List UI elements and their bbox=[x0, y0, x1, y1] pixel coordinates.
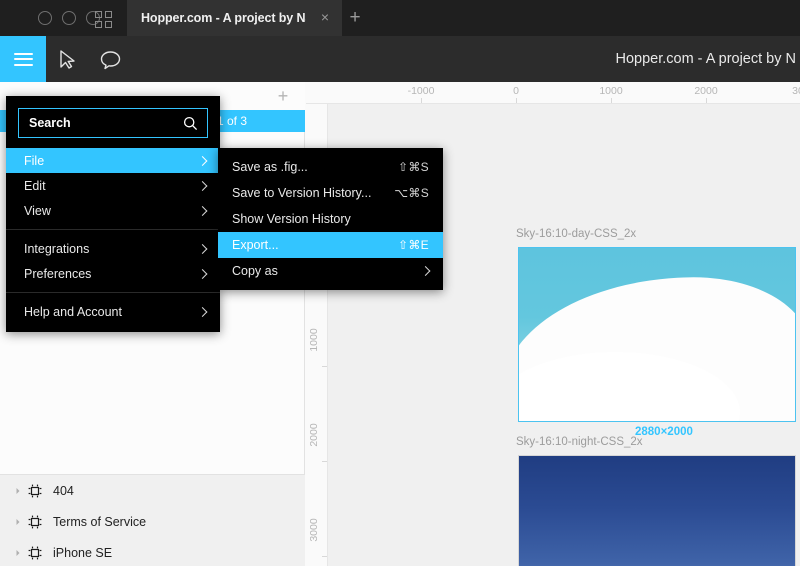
frame-label-night[interactable]: Sky-16:10-night-CSS_2x bbox=[516, 436, 643, 448]
document-title: Hopper.com - A project by N bbox=[615, 51, 796, 67]
menu-search-wrapper bbox=[6, 96, 220, 148]
window-controls bbox=[38, 11, 100, 25]
menu-item-show-version-history[interactable]: Show Version History bbox=[218, 206, 443, 232]
ruler-tick-label: 3000 bbox=[308, 518, 320, 542]
menu-separator bbox=[6, 292, 220, 293]
hamburger-bars bbox=[13, 49, 33, 69]
file-submenu-dropdown[interactable]: Save as .fig... ⇧⌘S Save to Version Hist… bbox=[218, 148, 443, 290]
menu-item-label: Preferences bbox=[24, 266, 92, 281]
menu-item-label: Edit bbox=[24, 178, 46, 193]
list-item[interactable]: iPhone SE bbox=[0, 537, 305, 566]
ruler-tick-label: 2000 bbox=[308, 423, 320, 447]
menu-item-save-as-fig[interactable]: Save as .fig... ⇧⌘S bbox=[218, 154, 443, 180]
grid-square bbox=[105, 11, 112, 18]
menu-item-copy-as[interactable]: Copy as bbox=[218, 258, 443, 284]
chevron-right-icon[interactable] bbox=[12, 516, 24, 528]
search-icon bbox=[183, 116, 198, 131]
menu-item-shortcut: ⇧⌘S bbox=[398, 160, 429, 174]
menu-item-preferences[interactable]: Preferences bbox=[6, 261, 220, 286]
list-item[interactable]: 404 bbox=[0, 475, 305, 506]
menu-item-label: File bbox=[24, 153, 45, 168]
figma-toolbar: Hopper.com - A project by N bbox=[0, 36, 800, 82]
menu-item-save-to-version-history[interactable]: Save to Version History... ⌥⌘S bbox=[218, 180, 443, 206]
menu-separator bbox=[6, 229, 220, 230]
frame-label-day[interactable]: Sky-16:10-day-CSS_2x bbox=[516, 228, 636, 240]
ruler-tick-label: 30 bbox=[792, 85, 800, 97]
ruler-tick-label: 1000 bbox=[599, 85, 623, 97]
menu-item-shortcut: ⌥⌘S bbox=[394, 186, 429, 200]
menu-item-view[interactable]: View bbox=[6, 198, 220, 223]
chevron-right-icon bbox=[197, 243, 208, 254]
menu-item-label: Help and Account bbox=[24, 304, 122, 319]
menu-item-export[interactable]: Export... ⇧⌘E bbox=[218, 232, 443, 258]
ruler-tick-label: -1000 bbox=[407, 85, 435, 97]
browser-tab[interactable]: Hopper.com - A project by Nara... × bbox=[127, 0, 342, 36]
menu-item-label: Save to Version History... bbox=[232, 186, 372, 200]
cursor-arrow-icon[interactable] bbox=[56, 49, 78, 71]
add-page-icon[interactable]: + bbox=[275, 87, 291, 105]
layer-name: 404 bbox=[53, 483, 74, 498]
menu-item-integrations[interactable]: Integrations bbox=[6, 236, 220, 261]
main-menu-dropdown[interactable]: File Edit View Integrations Preferences … bbox=[6, 96, 220, 332]
menu-item-label: Copy as bbox=[232, 264, 278, 278]
chevron-right-icon[interactable] bbox=[12, 547, 24, 559]
comment-bubble-icon[interactable] bbox=[99, 49, 122, 71]
sky-gradient-night bbox=[519, 456, 795, 566]
layers-panel: 404 Terms of Service iPhone SE bbox=[0, 475, 305, 566]
new-tab-icon[interactable]: + bbox=[346, 8, 364, 27]
figma-app-window: Hopper.com - A project by Nara... × + Ho… bbox=[0, 0, 800, 566]
chevron-right-icon bbox=[197, 180, 208, 191]
ruler-tick-label: 1000 bbox=[308, 328, 320, 352]
menu-item-edit[interactable]: Edit bbox=[6, 173, 220, 198]
browser-tab-title: Hopper.com - A project by Nara... bbox=[141, 11, 306, 25]
close-icon[interactable]: × bbox=[318, 10, 332, 25]
menu-item-file[interactable]: File bbox=[6, 148, 220, 173]
dimension-label: 2880×2000 bbox=[635, 426, 693, 438]
chevron-right-icon[interactable] bbox=[12, 485, 24, 497]
search-box[interactable] bbox=[18, 108, 213, 138]
close-window-button[interactable] bbox=[38, 11, 52, 25]
artboard-night[interactable] bbox=[518, 455, 796, 566]
chevron-right-icon bbox=[420, 266, 431, 276]
menu-item-label: Export... bbox=[232, 238, 279, 252]
menu-item-help-and-account[interactable]: Help and Account bbox=[6, 299, 220, 324]
menu-item-shortcut: ⇧⌘E bbox=[398, 238, 429, 252]
minimize-window-button[interactable] bbox=[62, 11, 76, 25]
frame-icon bbox=[28, 484, 42, 498]
layer-name: iPhone SE bbox=[53, 545, 113, 560]
ruler-tick-label: 0 bbox=[513, 85, 519, 97]
list-item[interactable]: Terms of Service bbox=[0, 506, 305, 537]
menu-item-label: Save as .fig... bbox=[232, 160, 308, 174]
menu-item-label: View bbox=[24, 203, 51, 218]
chevron-right-icon bbox=[197, 268, 208, 279]
menu-item-label: Integrations bbox=[24, 241, 90, 256]
chevron-right-icon bbox=[197, 155, 208, 166]
grid-square bbox=[95, 21, 102, 28]
frame-icon bbox=[28, 515, 42, 529]
ruler-tick-label: 2000 bbox=[694, 85, 718, 97]
chevron-right-icon bbox=[197, 306, 208, 317]
horizontal-ruler[interactable]: -1000 0 1000 2000 30 bbox=[306, 82, 800, 104]
grid-icon[interactable] bbox=[95, 10, 115, 28]
grid-square bbox=[105, 21, 112, 28]
artboard-day[interactable] bbox=[518, 247, 796, 422]
frame-icon bbox=[28, 546, 42, 560]
chevron-right-icon bbox=[197, 205, 208, 216]
grid-square bbox=[95, 11, 102, 18]
layer-name: Terms of Service bbox=[53, 514, 147, 529]
menu-item-label: Show Version History bbox=[232, 212, 351, 226]
hamburger-menu-icon[interactable] bbox=[0, 36, 46, 82]
browser-tab-bar: Hopper.com - A project by Nara... × + bbox=[0, 0, 800, 36]
